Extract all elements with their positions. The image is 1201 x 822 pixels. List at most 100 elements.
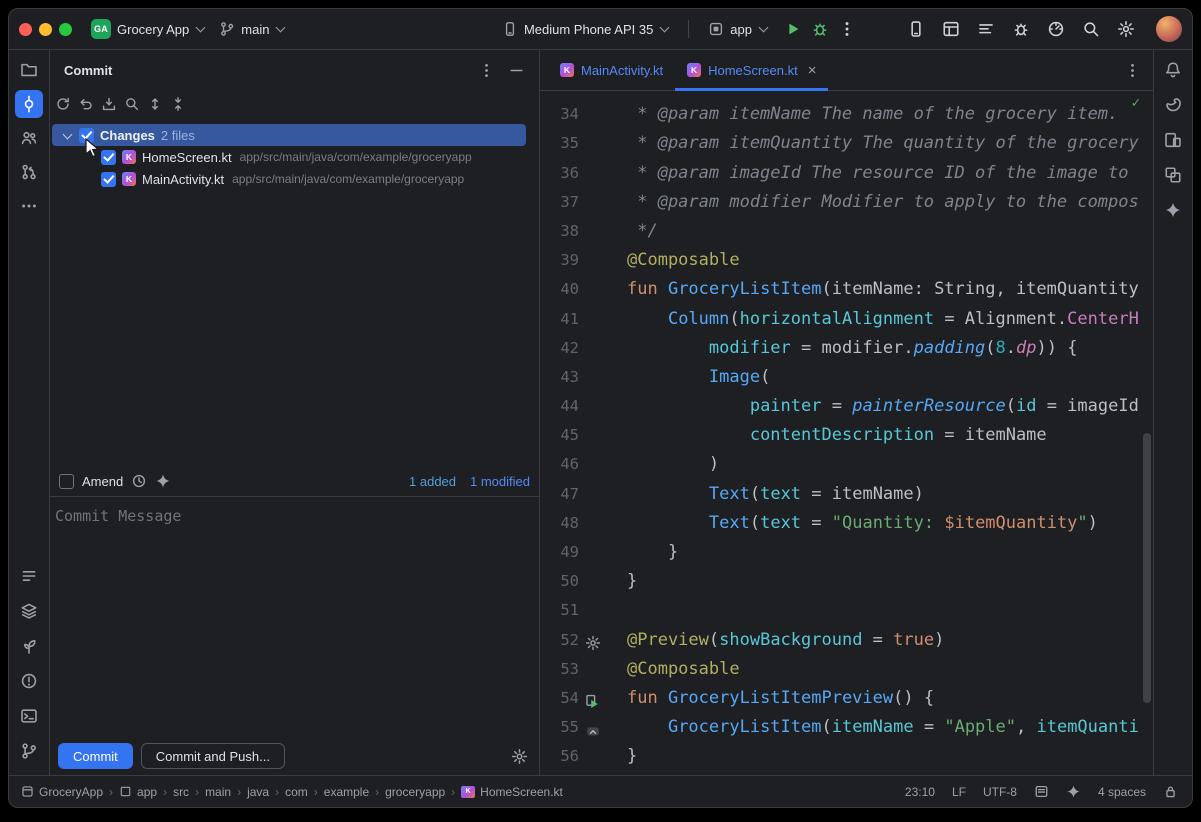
logcat-icon[interactable] <box>977 20 995 38</box>
breadcrumb-item[interactable]: src <box>173 785 189 799</box>
cursor-position[interactable]: 23:10 <box>905 785 935 799</box>
file-row[interactable]: KHomeScreen.ktapp/src/main/java/com/exam… <box>50 146 539 168</box>
refresh-icon[interactable] <box>52 93 74 115</box>
line-number[interactable]: 39 <box>540 246 579 275</box>
amend-checkbox[interactable] <box>59 474 74 489</box>
line-number[interactable]: 57 <box>540 772 579 776</box>
commit-history-icon[interactable] <box>131 473 147 489</box>
project-icon[interactable] <box>15 56 43 84</box>
editor-scrollbar[interactable] <box>1143 433 1151 703</box>
line-number[interactable]: 56 <box>540 742 579 771</box>
reader-mode-icon[interactable] <box>1034 784 1049 799</box>
ai-spark-icon[interactable] <box>1066 784 1081 799</box>
breadcrumb-item[interactable]: KHomeScreen.kt <box>461 785 563 799</box>
problems-icon[interactable] <box>15 667 43 695</box>
profiler-icon[interactable] <box>1047 20 1065 38</box>
user-avatar[interactable] <box>1156 16 1182 42</box>
changes-checkbox[interactable] <box>79 128 94 143</box>
close-tab-icon[interactable]: × <box>808 63 817 78</box>
added-count[interactable]: 1 added <box>409 474 456 489</box>
line-number[interactable]: 36 <box>540 159 579 188</box>
fold-icon[interactable] <box>585 720 601 736</box>
expand-all-icon[interactable] <box>144 93 166 115</box>
lock-icon[interactable] <box>1163 784 1178 799</box>
line-number[interactable]: 53 <box>540 655 579 684</box>
search-icon[interactable] <box>1082 20 1100 38</box>
tab-options-icon[interactable] <box>1124 62 1141 79</box>
zoom-window-button[interactable] <box>59 23 72 36</box>
run-button[interactable] <box>784 20 802 38</box>
commit-message-input[interactable]: Commit Message <box>50 496 539 739</box>
hide-panel-icon[interactable] <box>508 62 525 79</box>
running-devices-icon[interactable] <box>1159 126 1187 154</box>
chevron-expanded-icon[interactable] <box>63 129 73 139</box>
line-number[interactable]: 33 <box>540 91 579 100</box>
terminal-icon[interactable] <box>15 702 43 730</box>
notifications-icon[interactable] <box>1159 56 1187 84</box>
more-icon[interactable] <box>15 192 43 220</box>
changes-row[interactable]: Changes 2 files <box>52 124 526 146</box>
breadcrumb-item[interactable]: example <box>324 785 369 799</box>
breadcrumb-item[interactable]: GroceryApp <box>21 785 103 799</box>
line-number[interactable]: 41 <box>540 305 579 334</box>
close-window-button[interactable] <box>19 23 32 36</box>
layout-inspector-icon[interactable] <box>942 20 960 38</box>
code-editor[interactable]: 33 *34 * @param itemName The name of the… <box>540 91 1153 775</box>
commit-and-push-button[interactable]: Commit and Push... <box>141 743 285 769</box>
shelve-icon[interactable] <box>98 93 120 115</box>
file-encoding[interactable]: UTF-8 <box>983 785 1017 799</box>
line-number[interactable]: 55 <box>540 713 579 742</box>
run-config-selector[interactable]: app <box>701 17 775 41</box>
version-control-icon[interactable] <box>15 737 43 765</box>
branch-widget[interactable]: main <box>212 17 292 41</box>
modified-count[interactable]: 1 modified <box>470 474 530 489</box>
line-number[interactable]: 52 <box>540 626 579 655</box>
gemini-icon[interactable] <box>1159 196 1187 224</box>
device-selector[interactable]: Medium Phone API 35 <box>495 17 676 41</box>
project-widget[interactable]: GA Grocery App <box>84 15 212 43</box>
todo-icon[interactable] <box>15 562 43 590</box>
resource-manager-icon[interactable] <box>1159 161 1187 189</box>
file-row[interactable]: KMainActivity.ktapp/src/main/java/com/ex… <box>50 168 539 190</box>
collapse-all-icon[interactable] <box>167 93 189 115</box>
inspections-ok-icon[interactable]: ✓ <box>1132 95 1140 111</box>
line-number[interactable]: 40 <box>540 275 579 304</box>
line-number[interactable]: 34 <box>540 100 579 129</box>
indent-style[interactable]: 4 spaces <box>1098 785 1146 799</box>
line-separator[interactable]: LF <box>952 785 966 799</box>
settings-icon[interactable] <box>1117 20 1135 38</box>
commit-button[interactable]: Commit <box>58 743 133 769</box>
commit-icon[interactable] <box>15 90 43 118</box>
line-number[interactable]: 38 <box>540 217 579 246</box>
line-number[interactable]: 48 <box>540 509 579 538</box>
line-number[interactable]: 45 <box>540 421 579 450</box>
line-number[interactable]: 43 <box>540 363 579 392</box>
breadcrumb-item[interactable]: com <box>285 785 308 799</box>
line-number[interactable]: 42 <box>540 334 579 363</box>
preview-settings-icon[interactable] <box>585 632 601 648</box>
structure-icon[interactable] <box>15 124 43 152</box>
app-quality-insights-icon[interactable] <box>1012 20 1030 38</box>
line-number[interactable]: 37 <box>540 188 579 217</box>
ai-commit-message-icon[interactable] <box>155 473 171 489</box>
device-manager-icon[interactable] <box>907 20 925 38</box>
debug-button[interactable] <box>811 20 829 38</box>
tab-MainActivity.kt[interactable]: KMainActivity.kt <box>548 50 675 90</box>
diff-icon[interactable] <box>121 93 143 115</box>
file-checkbox[interactable] <box>101 172 116 187</box>
commit-settings-icon[interactable] <box>511 748 528 765</box>
tab-HomeScreen.kt[interactable]: KHomeScreen.kt× <box>675 50 828 90</box>
breadcrumb-item[interactable]: main <box>205 785 231 799</box>
device-explorer-icon[interactable] <box>15 632 43 660</box>
line-number[interactable]: 49 <box>540 538 579 567</box>
gradle-icon[interactable] <box>1159 91 1187 119</box>
pull-requests-icon[interactable] <box>15 158 43 186</box>
breadcrumb-item[interactable]: app <box>119 785 157 799</box>
line-number[interactable]: 47 <box>540 480 579 509</box>
build-variants-icon[interactable] <box>15 597 43 625</box>
rollback-icon[interactable] <box>75 93 97 115</box>
line-number[interactable]: 44 <box>540 392 579 421</box>
line-number[interactable]: 35 <box>540 129 579 158</box>
file-checkbox[interactable] <box>101 150 116 165</box>
line-number[interactable]: 50 <box>540 567 579 596</box>
